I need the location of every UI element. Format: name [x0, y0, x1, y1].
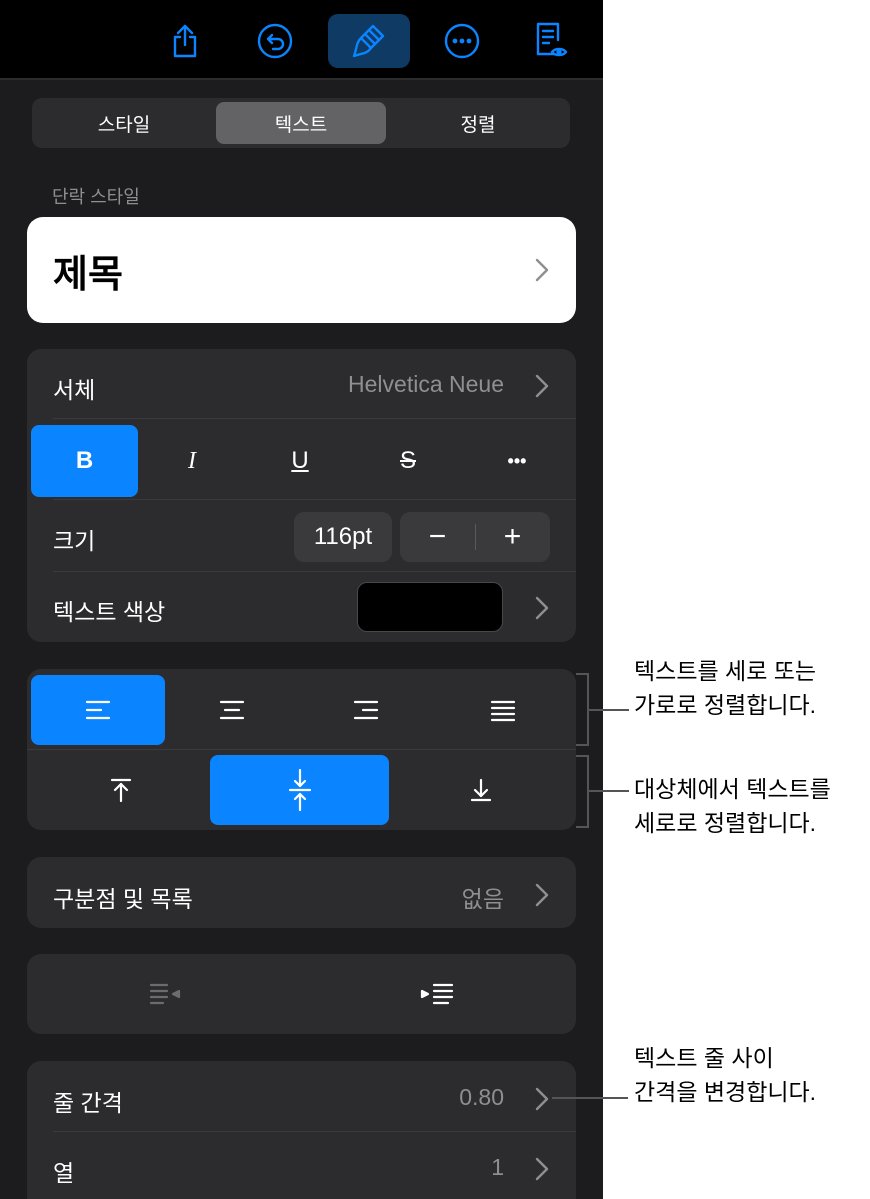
line-spacing-value: 0.80: [459, 1084, 504, 1110]
horizontal-align-bracket: [576, 673, 589, 746]
paragraph-style-value: 제목: [53, 254, 123, 296]
tab-style[interactable]: 스타일: [36, 102, 212, 144]
paragraph-style-button[interactable]: 제목: [27, 217, 576, 323]
columns-row[interactable]: 열 1: [27, 1132, 576, 1199]
undo-icon[interactable]: [234, 14, 316, 68]
vertical-align-callout: 대상체에서 텍스트를 세로로 정렬합니다.: [634, 772, 831, 840]
tab-segmented-control: 스타일 텍스트 정렬: [32, 98, 570, 148]
row-divider: [53, 571, 576, 572]
callout-line: 대상체에서 텍스트를: [634, 776, 831, 802]
callout-leader: [552, 1097, 628, 1099]
columns-label: 열: [53, 1160, 75, 1186]
bullets-value: 없음: [461, 886, 504, 912]
increase-indent-icon[interactable]: [301, 959, 572, 1029]
font-label: 서체: [53, 377, 96, 403]
decrease-size-button[interactable]: −: [400, 520, 475, 554]
paragraph-style-label: 단락 스타일: [52, 187, 140, 207]
alignment-group: [27, 669, 576, 830]
indent-group: [27, 954, 576, 1034]
vertical-align-bracket: [576, 755, 589, 828]
row-divider: [53, 418, 576, 419]
text-color-label: 텍스트 색상: [53, 599, 166, 625]
line-spacing-callout: 텍스트 줄 사이 간격을 변경합니다.: [634, 1041, 816, 1109]
chevron-right-icon: [535, 258, 549, 282]
align-right-icon[interactable]: [299, 675, 433, 745]
chevron-right-icon[interactable]: [535, 596, 549, 620]
size-value[interactable]: 116pt: [294, 512, 392, 562]
font-group: 서체 Helvetica Neue B I U S ••• 크기 116pt −…: [27, 349, 576, 642]
horizontal-align-callout: 텍스트를 세로 또는 가로로 정렬합니다.: [634, 654, 816, 722]
align-top-icon[interactable]: [31, 755, 210, 825]
align-bottom-icon[interactable]: [389, 755, 572, 825]
more-icon[interactable]: [421, 14, 503, 68]
tab-arrange[interactable]: 정렬: [390, 102, 566, 144]
columns-value: 1: [491, 1154, 504, 1180]
align-center-icon[interactable]: [165, 675, 299, 745]
format-panel: 스타일 텍스트 정렬 단락 스타일 제목 서체 Helvetica Neue B…: [0, 0, 603, 1199]
callout-line: 세로로 정렬합니다.: [634, 810, 817, 836]
justify-icon[interactable]: [433, 675, 572, 745]
row-divider: [27, 749, 576, 750]
increase-size-button[interactable]: +: [475, 520, 550, 554]
font-value[interactable]: Helvetica Neue: [348, 371, 504, 398]
chevron-right-icon: [535, 1157, 549, 1181]
align-left-icon[interactable]: [31, 675, 165, 745]
format-brush-icon[interactable]: [328, 14, 410, 68]
underline-button[interactable]: U: [246, 425, 354, 497]
bullets-label: 구분점 및 목록: [53, 886, 193, 912]
italic-button[interactable]: I: [138, 425, 246, 497]
callout-line: 간격을 변경합니다.: [634, 1079, 817, 1105]
toolbar-divider: [0, 78, 603, 80]
strikethrough-button[interactable]: S: [354, 425, 462, 497]
text-color-swatch[interactable]: [357, 582, 503, 632]
line-spacing-label: 줄 간격: [53, 1090, 123, 1116]
reader-view-icon[interactable]: [510, 14, 592, 68]
callout-line: 가로로 정렬합니다.: [634, 692, 817, 718]
callout-line: 텍스트 줄 사이: [634, 1045, 774, 1071]
size-stepper: − +: [400, 512, 550, 562]
callout-leader: [589, 709, 629, 711]
toolbar: [0, 0, 603, 80]
share-icon[interactable]: [144, 14, 226, 68]
row-divider: [53, 499, 576, 500]
callout-line: 텍스트를 세로 또는: [634, 658, 817, 684]
chevron-right-icon: [535, 883, 549, 907]
decrease-indent-icon[interactable]: [31, 959, 301, 1029]
bold-button[interactable]: B: [31, 425, 138, 497]
size-label: 크기: [53, 528, 96, 554]
callout-leader: [589, 790, 629, 792]
chevron-right-icon[interactable]: [535, 374, 549, 398]
tab-text[interactable]: 텍스트: [216, 102, 386, 144]
more-format-button[interactable]: •••: [462, 425, 572, 497]
line-spacing-row[interactable]: 줄 간격 0.80: [27, 1061, 576, 1131]
chevron-right-icon: [535, 1087, 549, 1111]
align-middle-icon[interactable]: [210, 755, 389, 825]
spacing-group: 줄 간격 0.80 열 1: [27, 1061, 576, 1199]
bullets-lists-row[interactable]: 구분점 및 목록 없음: [27, 857, 576, 928]
